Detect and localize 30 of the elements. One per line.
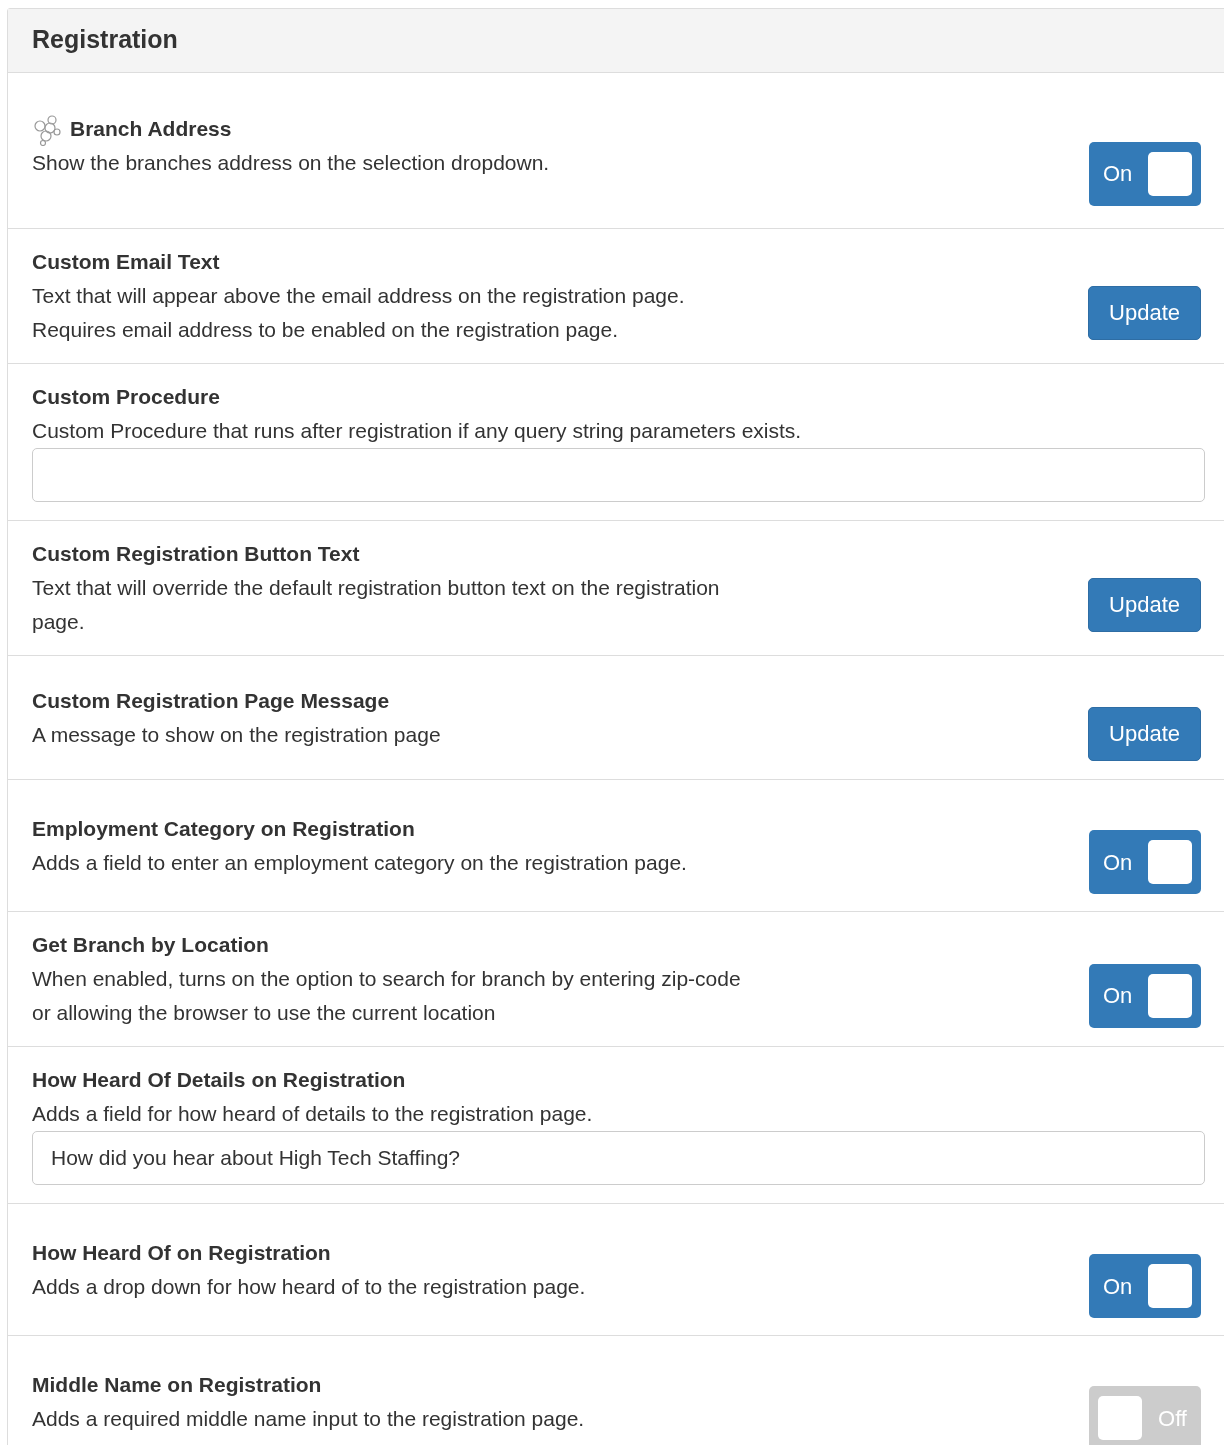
setting-title: Get Branch by Location <box>32 932 269 958</box>
text-field[interactable]: How did you hear about High Tech Staffing? <box>32 1131 1205 1185</box>
setting-description: Adds a field to enter an employment category on the registration page. <box>32 849 688 876</box>
setting-title: Middle Name on Registration <box>32 1371 322 1398</box>
update-button[interactable]: Update <box>1088 577 1201 632</box>
setting-title: Custom Email Text <box>32 249 220 275</box>
setting-description: When enabled, turns on the option to search for branch by entering zip-code or allowing the browser to use the current location <box>32 966 742 1026</box>
update-button[interactable]: Update <box>1088 707 1201 761</box>
setting-title: How Heard Of on Registration <box>32 1239 331 1266</box>
setting-description: Adds a drop down for how heard of to the registration page. <box>32 1273 587 1300</box>
setting-description: Text that will appear above the email address on the registration page. Requires email address to be enabled on the registration page. <box>32 283 686 343</box>
toggle-switch[interactable]: On <box>1089 830 1201 894</box>
setting-title: Custom Registration Button Text <box>32 541 360 567</box>
setting-description: Text that will override the default registration button text on the registration page. <box>32 575 721 635</box>
setting-description: A message to show on the registration page <box>32 721 442 748</box>
toggle-switch[interactable]: On <box>1089 1254 1201 1318</box>
setting-title: Employment Category on Registration <box>32 815 415 842</box>
setting-description: Custom Procedure that runs after registration if any query string parameters exists. <box>32 418 803 444</box>
text-field[interactable] <box>32 448 1205 502</box>
setting-description: Adds a required middle name input to the registration page. <box>32 1405 586 1432</box>
setting-title: Branch Address <box>70 116 232 142</box>
toggle-switch[interactable]: On <box>1089 963 1201 1028</box>
setting-description: Show the branches address on the selection dropdown. <box>32 150 551 176</box>
setting-title: Custom Procedure <box>32 384 220 410</box>
setting-description: Adds a field for how heard of details to the registration page. <box>32 1101 594 1127</box>
setting-title: How Heard Of Details on Registration <box>32 1067 406 1093</box>
panel-title: Registration <box>32 25 178 53</box>
update-button[interactable]: Update <box>1088 285 1201 340</box>
setting-title: Custom Registration Page Message <box>32 687 390 714</box>
toggle-switch[interactable]: On <box>1089 141 1201 206</box>
